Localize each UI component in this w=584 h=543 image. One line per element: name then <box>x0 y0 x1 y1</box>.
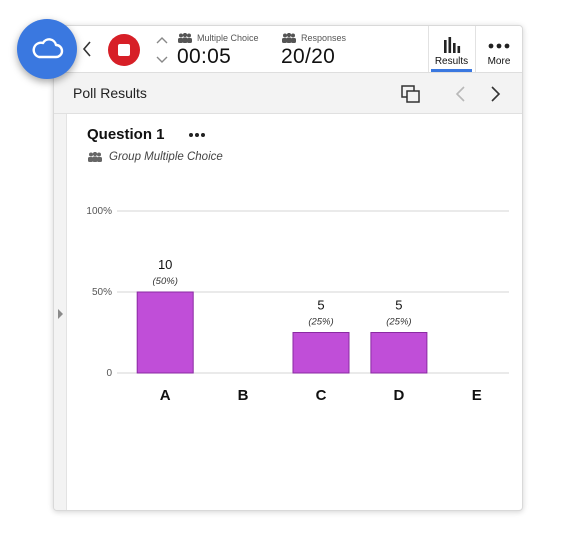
x-category-label: E <box>472 387 482 404</box>
bar-count-label: 5 <box>317 298 324 313</box>
chevron-left-icon[interactable] <box>450 83 472 105</box>
group-icon <box>178 32 192 43</box>
chevron-right-icon[interactable] <box>484 83 506 105</box>
poll-results-title: Poll Results <box>73 85 147 101</box>
responses-value: 20/20 <box>281 45 336 68</box>
x-category-label: D <box>393 387 404 404</box>
bar <box>136 291 194 374</box>
bar-percent-label: (25%) <box>386 317 411 328</box>
y-tick-label: 0 <box>106 368 112 379</box>
windows-icon[interactable] <box>400 83 422 105</box>
question-title: Question 1 <box>87 126 165 143</box>
question-type-stat: Multiple Choice 00:05 <box>177 31 259 69</box>
question-type-label: Multiple Choice <box>197 32 259 43</box>
responses-stat: Responses 20/20 <box>281 31 346 69</box>
responses-label: Responses <box>301 32 347 43</box>
more-dots-icon[interactable] <box>188 132 206 138</box>
bar <box>370 332 428 374</box>
timer-value: 00:05 <box>177 45 232 68</box>
results-button[interactable]: Results <box>428 26 474 72</box>
cloud-icon <box>32 38 64 59</box>
x-category-label: C <box>316 387 327 404</box>
group-icon <box>282 32 296 43</box>
expand-arrows-icon[interactable] <box>155 34 169 66</box>
bar-percent-label: (25%) <box>308 317 333 328</box>
question-subtitle: Group Multiple Choice <box>109 151 223 163</box>
question-subtitle-row: Group Multiple Choice <box>87 151 223 163</box>
cloud-button[interactable] <box>17 19 77 79</box>
more-dots-icon <box>488 43 510 49</box>
poll-panel: Multiple Choice 00:05 Responses 20/20 Re… <box>53 25 523 511</box>
active-tab-indicator <box>431 69 472 72</box>
chevron-left-icon[interactable] <box>80 39 94 59</box>
results-chart: 100% 50% 0 10 (50%) A B 5 (25%) C 5 (25%) D E <box>86 206 509 404</box>
stop-icon <box>118 44 130 56</box>
group-icon <box>88 152 102 162</box>
more-button[interactable]: More <box>475 26 522 72</box>
x-category-label: A <box>160 387 171 404</box>
results-label: Results <box>434 56 469 67</box>
bar-count-label: 5 <box>395 298 402 313</box>
stop-button[interactable] <box>108 34 140 66</box>
poll-toolbar: Multiple Choice 00:05 Responses 20/20 Re… <box>54 26 522 73</box>
x-category-label: B <box>238 387 249 404</box>
bar-percent-label: (50%) <box>153 276 178 287</box>
more-label: More <box>487 56 511 67</box>
bar <box>292 332 350 374</box>
y-tick-label: 100% <box>86 206 112 217</box>
bar-count-label: 10 <box>158 257 172 272</box>
y-tick-label: 50% <box>92 287 112 298</box>
bar-chart-icon <box>443 37 460 53</box>
poll-results-bar: Poll Results <box>54 73 522 114</box>
